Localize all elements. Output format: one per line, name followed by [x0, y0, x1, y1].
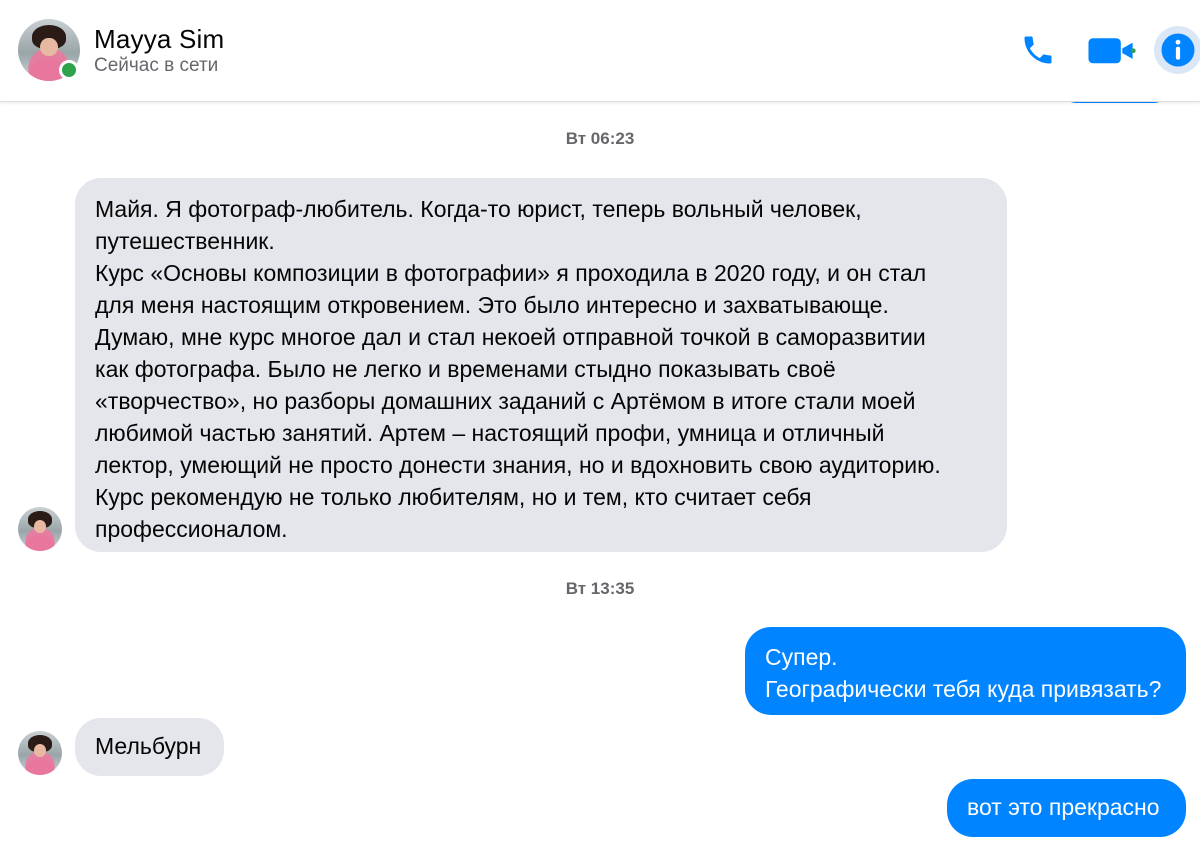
message-avatar[interactable]: [18, 731, 62, 775]
message-list[interactable]: Вт 06:23 Майя. Я фотограф-любитель. Когд…: [0, 101, 1200, 842]
info-icon: [1161, 33, 1195, 67]
avatar-photo: [18, 507, 62, 551]
timestamp-divider: Вт 13:35: [565, 579, 635, 598]
incoming-message[interactable]: Мельбурн: [75, 718, 224, 776]
chat-header: Mayya Sim Сейчас в сети: [0, 0, 1200, 102]
conversation-info-button[interactable]: [1154, 26, 1200, 74]
timestamp-divider: Вт 06:23: [565, 129, 635, 148]
messenger-chat-window: Mayya Sim Сейчас в сети Вт 06:23 Майя. Я…: [0, 0, 1200, 842]
message-avatar[interactable]: [18, 507, 62, 551]
outgoing-message[interactable]: Супер. Географически тебя куда привязать…: [745, 627, 1186, 715]
online-status-dot: [59, 60, 79, 80]
contact-status: Сейчас в сети: [94, 55, 219, 76]
contact-name[interactable]: Mayya Sim: [94, 24, 224, 55]
video-call-button[interactable]: [1086, 28, 1138, 72]
outgoing-message[interactable]: вот это прекрасно: [947, 779, 1186, 837]
phone-icon: [1024, 36, 1052, 64]
contact-avatar[interactable]: [18, 19, 80, 81]
avatar-photo: [18, 731, 62, 775]
video-camera-icon: [1088, 38, 1136, 64]
call-button[interactable]: [1016, 28, 1060, 72]
incoming-message[interactable]: Майя. Я фотограф-любитель. Когда-то юрис…: [75, 178, 1007, 552]
